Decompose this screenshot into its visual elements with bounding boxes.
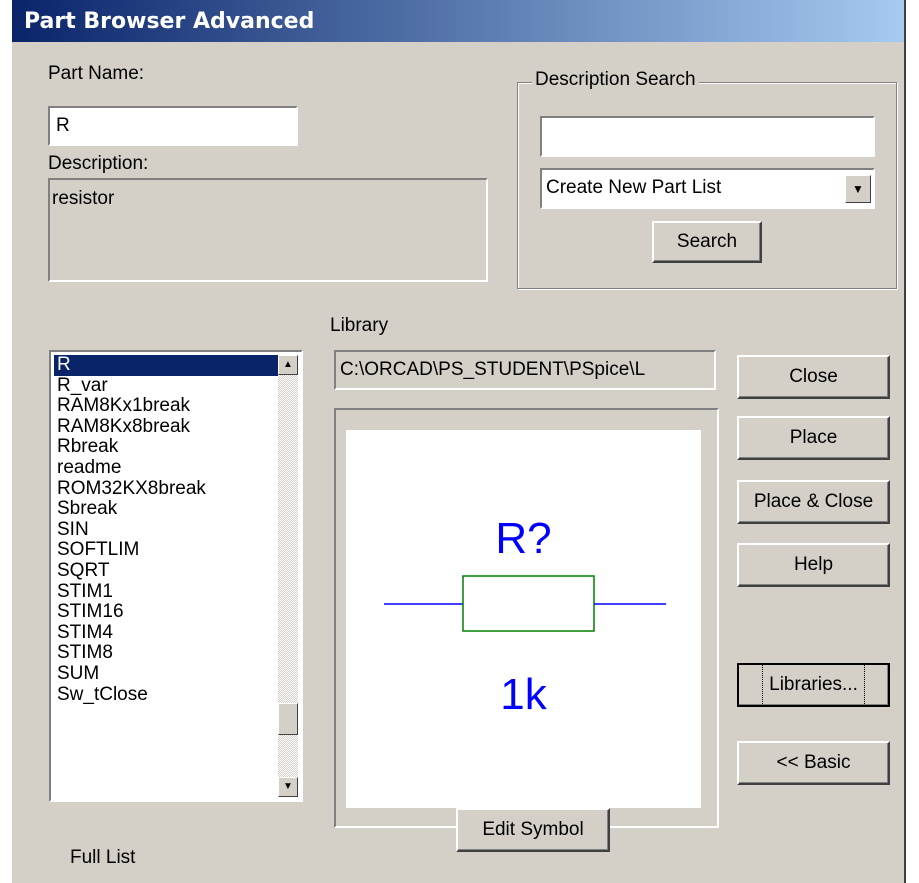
triangle-up-icon[interactable]: ▲ xyxy=(278,355,298,375)
edit-symbol-button[interactable]: Edit Symbol xyxy=(456,808,610,852)
list-item[interactable]: RAM8Kx8break xyxy=(54,416,279,438)
search-button[interactable]: Search xyxy=(652,221,762,263)
symbol-preview: R? 1k xyxy=(346,430,701,808)
list-item[interactable]: readme xyxy=(54,458,279,479)
description-value: resistor xyxy=(52,188,115,209)
list-item[interactable]: RAM8Kx1break xyxy=(54,396,279,417)
dropdown-arrow-icon[interactable]: ▼ xyxy=(845,175,871,203)
list-item[interactable]: R_var xyxy=(54,375,279,397)
symbol-preview-frame: R? 1k xyxy=(334,408,719,828)
place-button[interactable]: Place xyxy=(737,416,890,460)
part-name-input[interactable]: R xyxy=(48,106,298,146)
parts-list: R R_var RAM8Kx1break RAM8Kx8break Rbreak read… xyxy=(54,355,279,797)
list-item[interactable]: SUM xyxy=(54,664,279,685)
library-path-field: C:\ORCAD\PS_STUDENT\PSpice\L xyxy=(334,350,716,390)
resistor-body xyxy=(462,575,595,632)
list-item[interactable]: R xyxy=(54,355,279,376)
list-item[interactable]: SOFTLIM xyxy=(54,540,279,561)
help-button[interactable]: Help xyxy=(737,543,890,587)
part-browser-dialog: Part Browser Advanced Part Name: R Descr… xyxy=(10,0,906,883)
list-item[interactable]: STIM4 xyxy=(54,622,279,644)
part-value: 1k xyxy=(500,670,547,719)
dropdown-value: Create New Part List xyxy=(546,177,722,198)
list-item[interactable]: STIM1 xyxy=(54,581,279,603)
close-button[interactable]: Close xyxy=(737,355,890,399)
list-item[interactable]: SIN xyxy=(54,519,279,541)
list-item[interactable]: Sw_tClose xyxy=(54,684,279,706)
list-item[interactable]: ROM32KX8break xyxy=(54,478,279,500)
description-search-input[interactable] xyxy=(540,116,875,157)
description-search-label: Description Search xyxy=(532,69,699,91)
resistor-symbol xyxy=(384,575,666,632)
window-title: Part Browser Advanced xyxy=(24,9,315,34)
place-close-button[interactable]: Place & Close xyxy=(737,480,890,524)
title-bar[interactable]: Part Browser Advanced xyxy=(12,0,904,42)
parts-listbox[interactable]: R R_var RAM8Kx1break RAM8Kx8break Rbreak read… xyxy=(49,350,303,802)
library-label: Library xyxy=(330,315,389,336)
list-item[interactable]: Sbreak xyxy=(54,499,279,520)
full-list-label: Full List xyxy=(70,847,136,868)
library-path: C:\ORCAD\PS_STUDENT\PSpice\L xyxy=(340,359,646,380)
list-item[interactable]: STIM8 xyxy=(54,643,279,664)
description-box: resistor xyxy=(48,178,488,282)
libraries-button[interactable]: Libraries... xyxy=(737,663,890,707)
triangle-down-icon[interactable]: ▼ xyxy=(278,777,298,797)
scroll-thumb[interactable] xyxy=(278,703,298,735)
description-label: Description: xyxy=(48,153,149,174)
list-item[interactable]: SQRT xyxy=(54,561,279,582)
list-scrollbar[interactable]: ▲ ▼ xyxy=(278,355,298,797)
list-item[interactable]: Rbreak xyxy=(54,437,279,458)
basic-button[interactable]: << Basic xyxy=(737,741,890,785)
part-name-label: Part Name: xyxy=(48,63,145,84)
list-item[interactable]: STIM16 xyxy=(54,602,279,623)
part-list-dropdown[interactable]: Create New Part List ▼ xyxy=(540,168,875,209)
